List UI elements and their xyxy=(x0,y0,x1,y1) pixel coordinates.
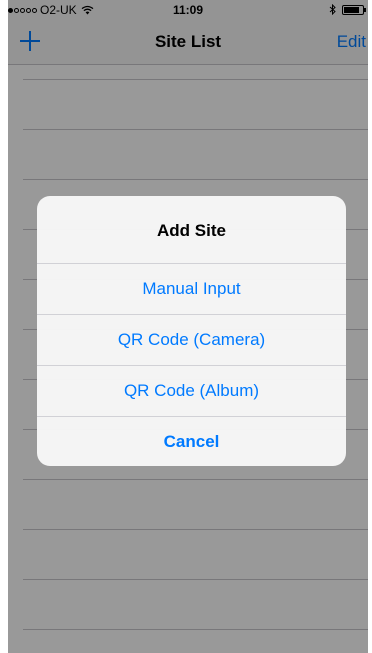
qr-code-album-button[interactable]: QR Code (Album) xyxy=(37,365,346,416)
phone-screen: O2-UK 11:09 Site List Edit Add Site Manu… xyxy=(8,0,368,653)
add-site-alert: Add Site Manual Input QR Code (Camera) Q… xyxy=(37,196,346,466)
manual-input-button[interactable]: Manual Input xyxy=(37,263,346,314)
alert-title: Add Site xyxy=(157,221,226,240)
cancel-button[interactable]: Cancel xyxy=(37,416,346,466)
qr-code-camera-button[interactable]: QR Code (Camera) xyxy=(37,314,346,365)
